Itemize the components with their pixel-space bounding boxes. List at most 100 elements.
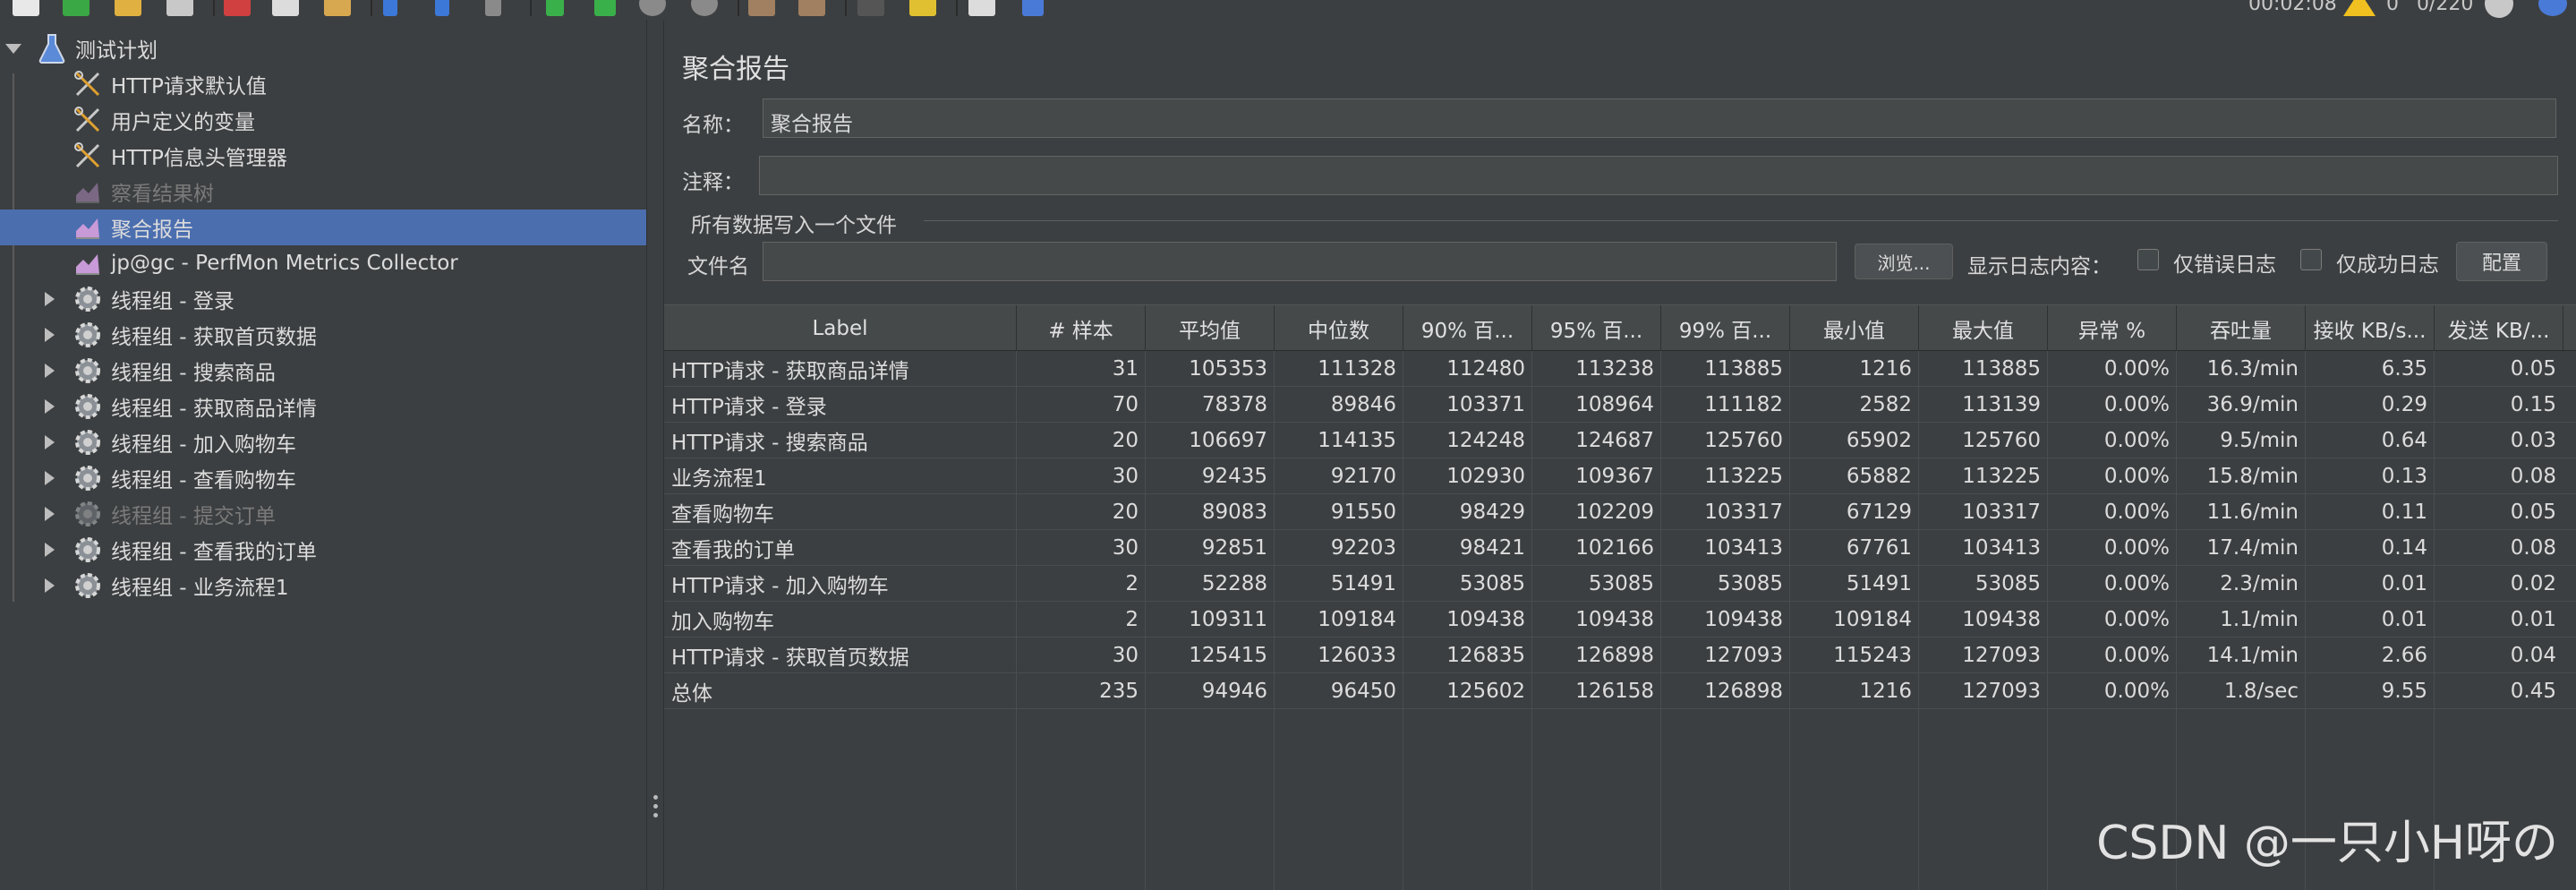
table-cell: 0.08 (2510, 465, 2556, 488)
column-header[interactable]: 中位数 (1275, 305, 1403, 352)
expand-arrow-icon[interactable] (45, 292, 55, 306)
success-only-label: 仅成功日志 (2336, 253, 2439, 277)
tree-item[interactable]: 线程组 - 获取商品详情 (0, 389, 646, 424)
table-row[interactable]: 查看购物车 20 89083 91550 98429 102209 103317 67129 1… (664, 494, 2576, 530)
function-helper-icon[interactable] (968, 0, 995, 16)
table-cell: 67129 (1846, 501, 1912, 524)
column-header[interactable]: 最小值 (1790, 305, 1919, 352)
table-row[interactable]: HTTP请求 - 加入购物车 2 52288 51491 53085 53085 53085… (664, 566, 2576, 602)
column-header[interactable]: 95% 百... (1532, 305, 1661, 352)
expand-icon[interactable] (383, 0, 397, 16)
comment-input[interactable] (759, 156, 2558, 195)
tree-item[interactable]: 线程组 - 搜索商品 (0, 353, 646, 389)
table-row[interactable]: HTTP请求 - 搜索商品 20 106697 114135 124248 124687 1… (664, 423, 2576, 458)
table-row[interactable]: 业务流程1 30 92435 92170 102930 109367 113225 65882… (664, 458, 2576, 494)
expand-arrow-icon[interactable] (45, 471, 55, 485)
tree-item[interactable]: 线程组 - 加入购物车 (0, 424, 646, 460)
reset-search-icon[interactable] (909, 0, 936, 16)
start-no-pause-icon[interactable] (594, 0, 616, 16)
table-cell: 53085 (1459, 572, 1525, 595)
table-cell: 109438 (1962, 608, 2041, 631)
column-header[interactable]: 99% 百... (1661, 305, 1790, 352)
table-row[interactable]: 查看我的订单 30 92851 92203 98421 102166 103413 67761… (664, 530, 2576, 566)
search-icon[interactable] (857, 0, 884, 16)
table-cell: 51491 (1846, 572, 1912, 595)
table-cell: 103317 (1704, 501, 1783, 524)
clear-icon[interactable] (748, 0, 775, 16)
column-header[interactable]: 平均值 (1146, 305, 1275, 352)
name-input[interactable]: 聚合报告 (763, 98, 2556, 138)
table-cell: 6.35 (2381, 357, 2427, 381)
save-icon[interactable] (166, 0, 193, 16)
tree-item[interactable]: 线程组 - 业务流程1 (0, 568, 646, 603)
success-only-checkbox[interactable] (2300, 249, 2322, 270)
shutdown-icon[interactable] (691, 0, 718, 16)
expand-arrow-icon[interactable] (45, 399, 55, 414)
help-icon[interactable] (1022, 0, 1044, 16)
clear-all-icon[interactable] (798, 0, 825, 16)
column-header[interactable]: 90% 百... (1403, 305, 1532, 352)
column-header[interactable]: 发送 KB/... (2435, 305, 2563, 352)
collapse-icon[interactable] (435, 0, 449, 16)
wrench-scissors-icon (72, 104, 104, 136)
toggle-icon[interactable] (485, 0, 501, 16)
tree-item-label: 聚合报告 (111, 218, 193, 242)
table-row[interactable]: HTTP请求 - 获取首页数据 30 125415 126033 126835 12689… (664, 638, 2576, 673)
tree-item[interactable]: HTTP请求默认值 (0, 66, 646, 102)
column-header[interactable]: 最大值 (1919, 305, 2048, 352)
tree-item-label: 线程组 - 搜索商品 (111, 362, 276, 385)
expand-arrow-icon[interactable] (45, 435, 55, 449)
cut-icon[interactable] (224, 0, 251, 16)
column-header[interactable]: Label (664, 305, 1017, 352)
table-row[interactable]: HTTP请求 - 登录 70 78378 89846 103371 108964 11118… (664, 387, 2576, 423)
new-icon[interactable] (13, 0, 39, 16)
tree-item[interactable]: jp@gc - PerfMon Metrics Collector (0, 245, 646, 281)
tree-item[interactable]: 线程组 - 提交订单 (0, 496, 646, 532)
table-cell: 0.00% (2103, 465, 2170, 488)
column-header[interactable]: 吞吐量 (2177, 305, 2306, 352)
stop-icon[interactable] (639, 0, 666, 16)
table-cell-label: HTTP请求 - 加入购物车 (671, 575, 889, 598)
table-cell: 65882 (1846, 465, 1912, 488)
open-icon[interactable] (115, 0, 141, 16)
table-cell: 2.3/min (2220, 572, 2299, 595)
tree-item[interactable]: 聚合报告 (0, 210, 646, 245)
log-viewer-icon[interactable] (2538, 0, 2567, 16)
table-row[interactable]: 加入购物车 2 109311 109184 109438 109438 109438 1091… (664, 602, 2576, 638)
warning-icon[interactable] (2343, 0, 2376, 16)
column-header[interactable]: # 样本 (1017, 305, 1146, 352)
table-cell: 31 (1112, 357, 1139, 381)
tree-item[interactable]: 用户定义的变量 (0, 102, 646, 138)
column-header[interactable]: 接收 KB/s... (2306, 305, 2435, 352)
templates-icon[interactable] (63, 0, 90, 16)
tree-root-test-plan[interactable]: 测试计划 (0, 30, 646, 66)
expand-arrow-icon[interactable] (45, 328, 55, 342)
paste-icon[interactable] (324, 0, 351, 16)
copy-icon[interactable] (272, 0, 299, 16)
gear-icon (72, 390, 104, 423)
tree-item[interactable]: 线程组 - 获取首页数据 (0, 317, 646, 353)
expand-arrow-icon[interactable] (45, 543, 55, 557)
table-cell: 0.00% (2103, 572, 2170, 595)
tree-item[interactable]: 线程组 - 查看我的订单 (0, 532, 646, 568)
table-cell: 0.64 (2381, 429, 2427, 452)
collapse-arrow-icon[interactable] (5, 44, 21, 54)
column-header[interactable]: 异常 % (2048, 305, 2177, 352)
tree-item[interactable]: 察看结果树 (0, 174, 646, 210)
errors-only-checkbox[interactable] (2137, 249, 2159, 270)
table-row[interactable]: HTTP请求 - 获取商品详情 31 105353 111328 112480 11323… (664, 351, 2576, 387)
start-icon[interactable] (546, 0, 564, 16)
table-cell: 89846 (1330, 393, 1396, 416)
pane-splitter[interactable] (646, 20, 664, 890)
tree-item[interactable]: 线程组 - 查看购物车 (0, 460, 646, 496)
filename-input[interactable] (763, 242, 1837, 281)
expand-arrow-icon[interactable] (45, 507, 55, 521)
tree-item[interactable]: 线程组 - 登录 (0, 281, 646, 317)
configure-button[interactable]: 配置 (2456, 242, 2547, 281)
table-cell: 105353 (1189, 357, 1267, 381)
browse-button[interactable]: 浏览... (1855, 244, 1953, 279)
expand-arrow-icon[interactable] (45, 578, 55, 593)
table-row[interactable]: 总体 235 94946 96450 125602 126158 126898 1216 127… (664, 673, 2576, 709)
tree-item[interactable]: HTTP信息头管理器 (0, 138, 646, 174)
expand-arrow-icon[interactable] (45, 364, 55, 378)
